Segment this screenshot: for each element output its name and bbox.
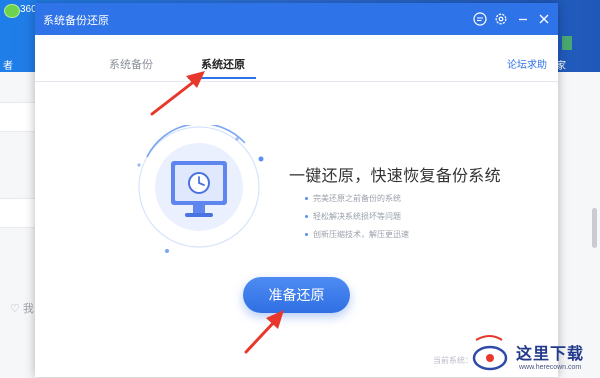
close-icon[interactable] [536,11,552,27]
tab-system-backup[interactable]: 系统备份 [109,56,153,72]
decor-dot [165,249,169,253]
prepare-restore-button[interactable]: 准备还原 [243,277,350,313]
restore-illustration [137,125,264,253]
forum-help-link[interactable]: 论坛求助 [507,56,547,71]
feature-list: 完美还原之前备份的系统 轻松解决系统损坏等问题 创新压缩技术，解压更迅速 [305,193,409,247]
tab-system-restore[interactable]: 系统还原 [201,56,245,72]
decor-dot [137,163,141,167]
decor-dot [258,156,264,162]
feature-item: 创新压缩技术，解压更迅速 [305,229,409,247]
minimize-icon[interactable] [515,11,531,27]
feature-item: 轻松解决系统损坏等问题 [305,211,409,229]
background-like-fragment: ♡ 我 [10,303,34,315]
headline: 一键还原，快速恢复备份系统 [289,168,501,185]
active-tab-indicator [188,77,256,79]
app-logo-icon [4,4,20,18]
clock-icon [188,172,210,194]
decor-dot [235,137,239,141]
feature-item: 完美还原之前备份的系统 [305,193,409,211]
watermark-url: www.herecown.com [519,364,582,371]
dialog-title: 系统备份还原 [43,15,109,27]
background-row [0,198,36,228]
gear-icon[interactable] [493,11,509,27]
background-scrollbar[interactable] [592,208,597,248]
background-nav-fragment-left: 者 [3,61,13,72]
message-icon[interactable] [472,11,488,27]
watermark-text: 这里下载 [516,344,585,363]
background-row [0,102,36,132]
current-system-label: 当前系统： [433,356,473,365]
tab-bar: 系统备份 系统还原 论坛求助 [35,35,558,82]
dialog-titlebar[interactable]: 系统备份还原 [35,3,558,35]
backup-restore-dialog: 系统备份还原 系统备份 系统还原 论坛求助 一键还原，快速恢复备份系统 完美还原… [35,3,558,377]
background-green-badge [562,36,572,50]
